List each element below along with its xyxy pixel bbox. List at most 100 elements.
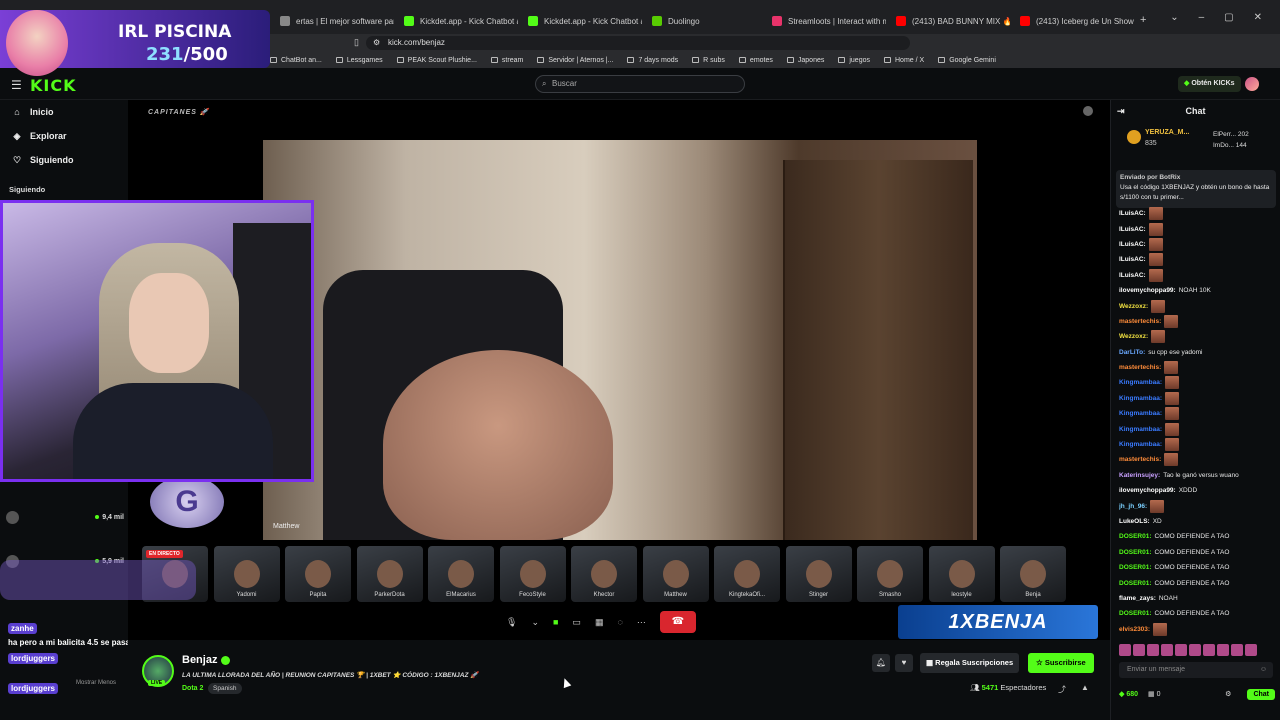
chat-message[interactable]: flame_zays: NOAH xyxy=(1119,591,1279,606)
chat-message[interactable]: DOSER01: COMO DEFIENDE A TAO xyxy=(1119,529,1279,544)
chat-username[interactable]: elvis2303: xyxy=(1119,626,1150,633)
chat-message[interactable]: Kingmambaa: xyxy=(1119,391,1279,406)
emoji-icon[interactable]: ☺ xyxy=(1260,662,1267,678)
participant-tile[interactable]: Matthew xyxy=(642,546,709,602)
chat-username[interactable]: lLuisAC: xyxy=(1119,272,1146,279)
participant-tile[interactable]: ParkerDota xyxy=(356,546,423,602)
emote[interactable] xyxy=(1161,644,1173,656)
bookmark-item[interactable]: ChatBot an... xyxy=(270,57,322,64)
bookmark-item[interactable]: PEAK Scout Plushie... xyxy=(396,57,477,64)
chat-message[interactable]: mastertechis: xyxy=(1119,314,1279,329)
bookmark-item[interactable]: juegos xyxy=(838,57,870,64)
streamer-name[interactable]: Benjaz xyxy=(182,654,231,666)
nav-item-home[interactable]: ⌂ Inicio xyxy=(0,100,128,124)
chat-username[interactable]: Wezzoxz: xyxy=(1119,333,1148,340)
participant-tile[interactable]: Smasho xyxy=(857,546,923,602)
stream-category[interactable]: Dota 2 xyxy=(182,685,203,692)
browser-tab[interactable]: Duolingo xyxy=(642,8,762,34)
emote[interactable] xyxy=(1217,644,1229,656)
screen-share-icon[interactable]: ▭ xyxy=(572,617,581,628)
follow-heart-icon[interactable]: ♥ xyxy=(895,654,913,672)
browser-tab[interactable]: Kickdet.app - Kick Chatbot and Over xyxy=(518,8,642,34)
chat-username[interactable]: DOSER01: xyxy=(1119,533,1152,540)
maximize-button[interactable]: ▢ xyxy=(1224,12,1233,23)
chat-username[interactable]: Kingmambaa: xyxy=(1119,441,1162,448)
chat-username[interactable]: DOSER01: xyxy=(1119,580,1152,587)
bookmark-item[interactable]: R subs xyxy=(692,57,725,64)
participant-tile[interactable]: Khector xyxy=(571,546,637,602)
gifter-entry[interactable]: ImDo... 144 xyxy=(1213,140,1249,151)
bookmark-item[interactable]: Lessgames xyxy=(335,57,383,64)
participant-tile[interactable]: Yadomi xyxy=(213,546,280,602)
chat-message[interactable]: Katerinsujey: Tao le ganó versus wuano xyxy=(1119,468,1279,483)
chat-message[interactable]: mastertechis: xyxy=(1119,360,1279,375)
chat-message[interactable]: LukeOLS: XD xyxy=(1119,514,1279,529)
chat-message[interactable]: elvis2303: xyxy=(1119,622,1279,637)
chat-message[interactable]: lLuisAC: xyxy=(1119,252,1279,267)
minimize-button[interactable]: – xyxy=(1199,12,1205,23)
top-gifter-name[interactable]: YERUZA_M... xyxy=(1145,129,1189,136)
browser-tab[interactable]: ertas | El mejor software para pote xyxy=(270,8,394,34)
participant-tile[interactable]: Papita xyxy=(285,546,351,602)
chat-message[interactable]: DOSER01: COMO DEFIENDE A TAO xyxy=(1119,606,1279,621)
chat-message[interactable]: DOSER01: COMO DEFIENDE A TAO xyxy=(1119,575,1279,590)
gifter-entry[interactable]: ElPerr... 202 xyxy=(1213,129,1249,140)
chat-message[interactable]: lLuisAC: xyxy=(1119,237,1279,252)
report-icon[interactable]: ▲ xyxy=(1081,683,1089,692)
chat-message[interactable]: ilovemychoppa99: XDDD xyxy=(1119,483,1279,498)
emote[interactable] xyxy=(1175,644,1187,656)
chat-username[interactable]: Kingmambaa: xyxy=(1119,395,1162,402)
effects-icon[interactable]: ◌ xyxy=(617,617,622,627)
language-tag[interactable]: Spanish xyxy=(208,683,242,694)
participant-tile[interactable]: KingtekaOfi... xyxy=(714,546,780,602)
collapse-chat-icon[interactable]: ⇥ xyxy=(1117,100,1125,122)
emote[interactable] xyxy=(1133,644,1145,656)
chat-username[interactable]: DOSER01: xyxy=(1119,564,1152,571)
gift-subs-button[interactable]: ▦ Regala Suscripciones xyxy=(920,653,1020,673)
subscribe-button[interactable]: ☆ Suscribirse xyxy=(1028,653,1094,673)
chat-username[interactable]: flame_zays: xyxy=(1119,595,1156,602)
tab-search-button[interactable]: ⌄ xyxy=(1170,12,1178,23)
chat-username[interactable]: Katerinsujey: xyxy=(1119,472,1160,479)
chat-username[interactable]: jh_jh_96: xyxy=(1119,503,1147,510)
chat-message[interactable]: lLuisAC: xyxy=(1119,268,1279,283)
chat-username[interactable]: DOSER01: xyxy=(1119,549,1152,556)
bookmark-item[interactable]: Servidor | Aternos |... xyxy=(537,57,613,64)
chat-message[interactable]: Kingmambaa: xyxy=(1119,375,1279,390)
chat-username[interactable]: Kingmambaa: xyxy=(1119,410,1162,417)
chat-username[interactable]: lLuisAC: xyxy=(1119,256,1146,263)
chat-username[interactable]: DOSER01: xyxy=(1119,610,1152,617)
chat-username[interactable]: ilovemychoppa99: xyxy=(1119,487,1176,494)
browser-tab[interactable]: Streamloots | Interact with me | Balig xyxy=(762,8,886,34)
chat-username[interactable]: lLuisAC: xyxy=(1119,226,1146,233)
chat-message[interactable]: lLuisAC: xyxy=(1119,206,1279,221)
grid-layout-icon[interactable]: ▦ xyxy=(595,617,604,628)
participant-tile[interactable]: leostyle xyxy=(928,546,995,602)
end-call-button[interactable]: ☎ xyxy=(659,611,696,633)
nav-item-following[interactable]: ♡ Siguiendo xyxy=(0,148,128,172)
search-input[interactable]: ⌕ Buscar xyxy=(535,75,745,93)
chat-username[interactable]: Wezzoxz: xyxy=(1119,303,1148,310)
participant-tile[interactable]: FecoStyle xyxy=(499,546,566,602)
chat-username[interactable]: Kingmambaa: xyxy=(1119,426,1162,433)
bookmark-item[interactable]: stream xyxy=(490,57,523,64)
emote[interactable] xyxy=(1203,644,1215,656)
participant-tile[interactable]: Benja xyxy=(1000,546,1066,602)
chat-message[interactable]: mastertechis: xyxy=(1119,452,1279,467)
emote[interactable] xyxy=(1189,644,1201,656)
browser-tab[interactable]: (2413) Iceberg de Un Show Más - Yo xyxy=(1010,8,1134,34)
participant-tile[interactable]: Stinger xyxy=(785,546,852,602)
chat-message[interactable]: DarLiTo: su cpp ese yadomi xyxy=(1119,345,1279,360)
chat-message[interactable]: jh_jh_96: xyxy=(1119,498,1279,513)
chat-username[interactable]: ilovemychoppa99: xyxy=(1119,287,1176,294)
chat-username[interactable]: lLuisAC: xyxy=(1119,241,1146,248)
chat-message[interactable]: Kingmambaa: xyxy=(1119,421,1279,436)
chat-username[interactable]: mastertechis: xyxy=(1119,364,1161,371)
bookmark-item[interactable]: Japones xyxy=(786,57,824,64)
chat-message[interactable]: DOSER01: COMO DEFIENDE A TAO xyxy=(1119,545,1279,560)
nav-item-explore[interactable]: ◈ Explorar xyxy=(0,124,128,148)
bookmark-star-icon[interactable]: ▯ xyxy=(354,37,359,48)
bookmark-item[interactable]: emotes xyxy=(738,57,773,64)
kick-logo[interactable]: KICK xyxy=(30,76,77,95)
chat-username[interactable]: lLuisAC: xyxy=(1119,210,1146,217)
